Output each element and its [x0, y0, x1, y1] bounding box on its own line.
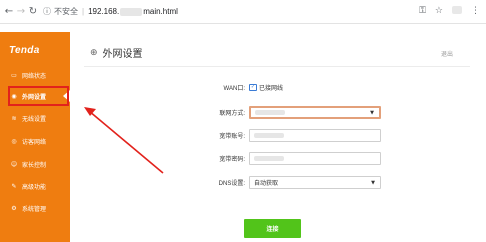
- reload-icon[interactable]: ↻: [27, 6, 39, 17]
- password-label: 宽带密码:: [219, 157, 245, 163]
- dns-select[interactable]: 自动获取 ▼: [249, 176, 381, 189]
- chevron-down-icon: ▼: [370, 109, 374, 116]
- sidebar-item-label: 系统管理: [22, 206, 47, 213]
- wan-label: WAN口:: [223, 86, 245, 92]
- account-value-redacted: [254, 133, 284, 138]
- url-host: 192.168.: [88, 7, 120, 16]
- browser-toolbar: ← → ↻ ⓘ 不安全 | 192.168. main.html ⚿ ☆ ⋮: [0, 0, 486, 24]
- mode-row: 联网方式: ▼: [190, 106, 381, 119]
- password-input[interactable]: [249, 152, 381, 165]
- globe-icon: ⊕: [90, 47, 98, 58]
- sidebar-item-label: 访客网络: [22, 139, 47, 146]
- back-icon[interactable]: ←: [3, 6, 15, 17]
- logout-link[interactable]: 退出: [441, 49, 453, 58]
- wrench-icon: ✎: [11, 182, 17, 190]
- sidebar-item-label: 网络状态: [22, 73, 47, 80]
- tenda-logo: Tenda: [9, 45, 40, 56]
- wan-status: ✓ 已接网线: [249, 83, 283, 92]
- dns-label: DNS设置:: [218, 181, 245, 187]
- sidebar-item-network-status[interactable]: ▭ 网络状态: [0, 68, 70, 82]
- mode-label: 联网方式:: [219, 111, 245, 117]
- info-icon[interactable]: ⓘ: [43, 6, 51, 17]
- browser-actions: ⚿ ☆ ⋮: [419, 6, 480, 16]
- sidebar-item-label: 高级功能: [22, 184, 47, 191]
- mode-value-redacted: [255, 110, 285, 115]
- sidebar-item-label: 无线设置: [22, 116, 47, 123]
- sidebar-item-guest-network[interactable]: ◎ 访客网络: [0, 134, 70, 148]
- sidebar-item-system[interactable]: ⚙ 系统管理: [0, 201, 70, 215]
- divider: [84, 66, 470, 67]
- monitor-icon: ▭: [11, 71, 17, 79]
- annotation-arrow: [84, 107, 164, 174]
- url-redacted: [120, 7, 143, 16]
- gear-icon: ⚙: [11, 204, 17, 212]
- parental-icon: ☺: [10, 160, 18, 168]
- wan-status-text: 已接网线: [259, 86, 284, 92]
- account-label: 宽带账号:: [219, 134, 245, 140]
- chevron-down-icon: ▼: [371, 179, 375, 186]
- sidebar-item-label: 家长控制: [22, 162, 47, 169]
- star-icon[interactable]: ☆: [435, 6, 443, 16]
- account-row: 宽带账号:: [190, 129, 381, 142]
- account-input[interactable]: [249, 129, 381, 142]
- wifi-icon: ≋: [11, 114, 17, 122]
- guest-icon: ◎: [11, 137, 17, 145]
- annotation-highlight-box: [8, 86, 69, 106]
- address-bar[interactable]: ⓘ 不安全 | 192.168. main.html: [43, 6, 178, 17]
- dns-value: 自动获取: [254, 181, 279, 187]
- sidebar-item-wireless[interactable]: ≋ 无线设置: [0, 111, 70, 125]
- connect-button[interactable]: 连接: [244, 219, 301, 238]
- mode-select[interactable]: ▼: [249, 106, 381, 119]
- key-icon[interactable]: ⚿: [419, 6, 426, 16]
- page-title: ⊕ 外网设置: [90, 45, 143, 61]
- extension-icon[interactable]: [452, 6, 462, 14]
- sidebar-item-parental-control[interactable]: ☺ 家长控制: [0, 157, 70, 171]
- security-label: 不安全: [54, 7, 78, 16]
- menu-icon[interactable]: ⋮: [471, 6, 480, 16]
- password-value-redacted: [254, 156, 284, 161]
- address-separator: |: [82, 7, 85, 16]
- password-row: 宽带密码:: [190, 152, 381, 165]
- dns-row: DNS设置: 自动获取 ▼: [190, 176, 381, 189]
- sidebar-item-advanced[interactable]: ✎ 高级功能: [0, 179, 70, 193]
- page-title-text: 外网设置: [102, 49, 143, 60]
- cable-icon: ✓: [249, 84, 257, 91]
- wan-status-row: WAN口: ✓ 已接网线: [190, 83, 283, 92]
- forward-icon[interactable]: →: [15, 6, 27, 17]
- url-path: main.html: [143, 7, 178, 16]
